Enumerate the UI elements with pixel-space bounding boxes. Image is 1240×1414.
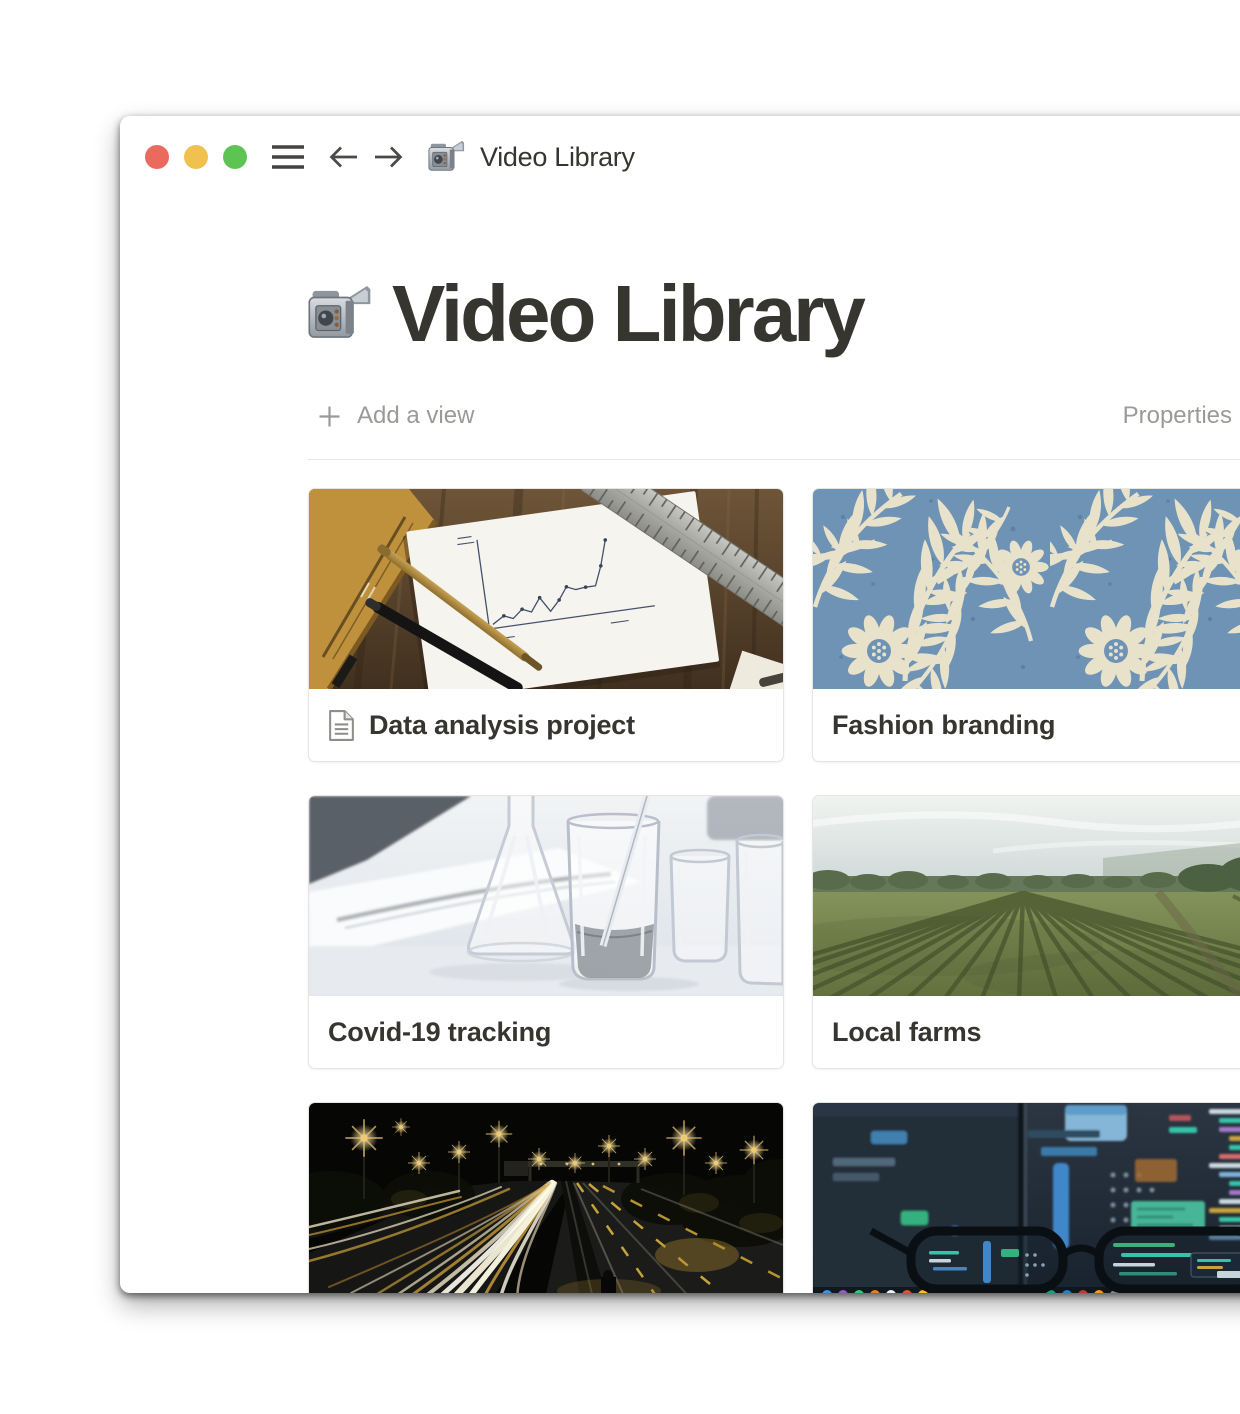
back-arrow-icon[interactable] bbox=[327, 144, 359, 170]
titlebar-title: Video Library bbox=[480, 142, 635, 173]
card-title-row: Covid-19 tracking bbox=[309, 996, 783, 1068]
gallery-card-code-screens[interactable] bbox=[812, 1102, 1240, 1293]
properties-button[interactable]: Properties bbox=[1123, 399, 1232, 433]
properties-label: Properties bbox=[1123, 402, 1232, 430]
gallery-card-local-farms[interactable]: Local farms bbox=[812, 795, 1240, 1069]
minimize-button[interactable] bbox=[184, 145, 208, 169]
card-title-row: Local farms bbox=[813, 996, 1240, 1068]
gallery-card-fashion-branding[interactable]: Fashion branding bbox=[812, 488, 1240, 762]
hamburger-icon[interactable] bbox=[271, 144, 305, 170]
app-window: Video Library Video Library Add a view P… bbox=[120, 116, 1240, 1293]
card-cover-image bbox=[813, 1103, 1240, 1293]
document-icon bbox=[328, 710, 355, 741]
movie-camera-icon bbox=[306, 281, 372, 347]
zoom-button[interactable] bbox=[223, 145, 247, 169]
card-cover-image bbox=[309, 1103, 783, 1293]
gallery-card-data-analysis[interactable]: Data analysis project bbox=[308, 488, 784, 762]
card-cover-image bbox=[309, 796, 783, 996]
page-heading: Video Library bbox=[306, 274, 863, 354]
card-cover-image bbox=[813, 796, 1240, 996]
card-title: Data analysis project bbox=[369, 710, 635, 741]
card-title-row: Data analysis project bbox=[309, 689, 783, 761]
forward-arrow-icon[interactable] bbox=[373, 144, 405, 170]
close-button[interactable] bbox=[145, 145, 169, 169]
toolbar-divider bbox=[308, 459, 1240, 460]
plus-icon bbox=[318, 405, 341, 428]
card-title: Local farms bbox=[832, 1017, 981, 1048]
card-title: Fashion branding bbox=[832, 710, 1055, 741]
window-controls bbox=[145, 145, 247, 169]
add-view-button[interactable]: Add a view bbox=[318, 399, 474, 433]
card-title: Covid-19 tracking bbox=[328, 1017, 551, 1048]
gallery-card-night-highway[interactable] bbox=[308, 1102, 784, 1293]
add-view-label: Add a view bbox=[357, 402, 474, 430]
card-title-row: Fashion branding bbox=[813, 689, 1240, 761]
gallery-grid: Data analysis project bbox=[308, 488, 1240, 1293]
gallery-card-covid-tracking[interactable]: Covid-19 tracking bbox=[308, 795, 784, 1069]
movie-camera-icon bbox=[427, 138, 465, 176]
card-cover-image bbox=[309, 489, 783, 689]
page-title: Video Library bbox=[392, 274, 863, 354]
screenshot-stage: Video Library Video Library Add a view P… bbox=[0, 0, 1240, 1414]
card-cover-image bbox=[813, 489, 1240, 689]
titlebar: Video Library bbox=[120, 116, 1240, 198]
